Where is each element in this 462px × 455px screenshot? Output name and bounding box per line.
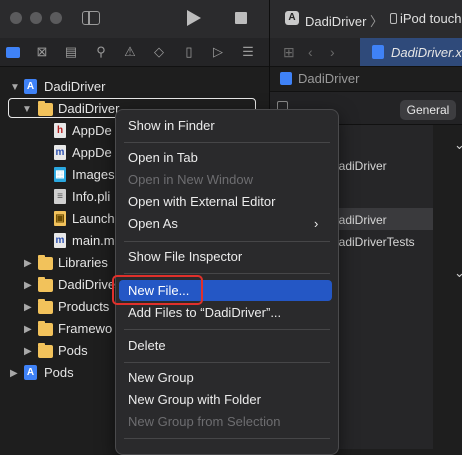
chevron-down-icon[interactable]: ⌄: [454, 265, 462, 281]
menu-item-open-with-external-editor[interactable]: Open with External Editor: [128, 194, 275, 209]
menu-separator: [124, 241, 330, 242]
phone-icon: [390, 13, 397, 24]
menu-item-new-group-with-folder[interactable]: New Group with Folder: [128, 392, 261, 407]
tree-item-file[interactable]: AppDe: [72, 145, 112, 160]
menu-separator: [124, 329, 330, 330]
asset-catalog-icon: ▦: [54, 167, 66, 182]
menu-item-open-as[interactable]: Open As: [128, 216, 178, 231]
scheme-selector[interactable]: DadiDriver 〉: [305, 11, 383, 30]
disclosure-collapsed-icon[interactable]: ▶: [24, 302, 32, 313]
report-icon[interactable]: ☰: [240, 44, 256, 60]
tree-item-folder[interactable]: Pods: [58, 343, 88, 358]
forward-arrow-icon[interactable]: ›: [330, 44, 335, 60]
scheme-name: DadiDriver: [305, 14, 367, 29]
menu-item-open-in-new-window: Open in New Window: [128, 172, 253, 187]
tree-item-folder[interactable]: Libraries: [58, 255, 108, 270]
source-control-icon[interactable]: ⊠: [34, 44, 50, 60]
menu-separator: [124, 438, 330, 439]
stop-icon[interactable]: [235, 12, 247, 24]
project-file-icon: [372, 45, 384, 59]
menu-item-open-in-tab[interactable]: Open in Tab: [128, 150, 198, 165]
tree-item-folder[interactable]: DadiDriver: [58, 101, 119, 116]
disclosure-expanded-icon[interactable]: ▼: [22, 104, 32, 115]
disclosure-expanded-icon[interactable]: ▼: [10, 82, 20, 93]
header-file-icon: h: [54, 123, 66, 138]
target-item[interactable]: DadiDriverTests: [330, 235, 415, 249]
disclosure-collapsed-icon[interactable]: ▶: [24, 258, 32, 269]
tree-item-project[interactable]: DadiDriver: [44, 79, 105, 94]
menu-item-show-file-inspector[interactable]: Show File Inspector: [128, 249, 242, 264]
tree-item-file[interactable]: AppDe: [72, 123, 112, 138]
sidebar-toggle-icon[interactable]: [82, 11, 100, 25]
plist-file-icon: ≡: [54, 189, 66, 204]
menu-separator: [124, 362, 330, 363]
chevron-down-icon[interactable]: ⌄: [454, 137, 462, 153]
menu-separator: [124, 142, 330, 143]
editor-tab-label: DadiDriver.xco: [391, 45, 462, 60]
folder-icon: [38, 343, 53, 358]
folder-icon: [38, 277, 53, 292]
menu-separator: [124, 273, 330, 274]
warning-icon[interactable]: ⚠: [122, 44, 138, 60]
tree-item-file[interactable]: main.m: [72, 233, 115, 248]
project-file-icon: [280, 72, 292, 85]
zoom-window-button[interactable]: [50, 12, 62, 24]
device-name: iPod touch (7: [400, 11, 462, 26]
close-window-button[interactable]: [10, 12, 22, 24]
tree-item-folder[interactable]: Products: [58, 299, 109, 314]
back-arrow-icon[interactable]: ‹: [308, 44, 313, 60]
folder-icon: [38, 299, 53, 314]
disclosure-collapsed-icon[interactable]: ▶: [24, 324, 32, 335]
disclosure-collapsed-icon[interactable]: ▶: [24, 280, 32, 291]
folder-icon: [38, 321, 53, 336]
disclosure-collapsed-icon[interactable]: ▶: [10, 368, 18, 379]
disclosure-collapsed-icon[interactable]: ▶: [24, 346, 32, 357]
grid-icon[interactable]: ⊞: [283, 44, 295, 61]
menu-item-add-files[interactable]: Add Files to “DadiDriver”...: [128, 305, 281, 320]
menu-item-show-in-finder[interactable]: Show in Finder: [128, 118, 215, 133]
folder-icon: [38, 255, 53, 270]
device-selector[interactable]: iPod touch (7: [390, 11, 462, 26]
breadcrumb-separator: 〉: [370, 14, 384, 29]
jump-bar-item[interactable]: DadiDriver: [298, 71, 359, 86]
scheme-app-icon: A: [285, 11, 299, 25]
tree-item-file[interactable]: Images: [72, 167, 115, 182]
storyboard-file-icon: ▣: [54, 211, 66, 226]
tree-item-file[interactable]: Info.pli: [72, 189, 110, 204]
tree-item-project[interactable]: Pods: [44, 365, 74, 380]
minimize-window-button[interactable]: [30, 12, 42, 24]
folder-icon[interactable]: [5, 44, 21, 60]
breakpoint-icon[interactable]: ▷: [210, 44, 226, 60]
debug-icon[interactable]: ▯: [181, 44, 197, 60]
search-icon[interactable]: ⚲: [93, 44, 109, 60]
folder-icon: [38, 101, 53, 116]
menu-item-new-group-from-selection: New Group from Selection: [128, 414, 281, 429]
project-icon: A: [24, 79, 37, 94]
play-icon[interactable]: [187, 10, 201, 26]
annotation-highlight-box: [112, 275, 203, 305]
menu-item-new-group[interactable]: New Group: [128, 370, 194, 385]
source-file-icon: m: [54, 145, 66, 160]
menu-item-delete[interactable]: Delete: [128, 338, 166, 353]
tree-item-folder[interactable]: Framewo: [58, 321, 112, 336]
submenu-chevron-icon: ›: [314, 216, 319, 231]
project-icon: A: [24, 365, 37, 380]
source-file-icon: m: [54, 233, 66, 248]
test-icon[interactable]: ◇: [151, 44, 167, 60]
hierarchy-icon[interactable]: ▤: [63, 44, 79, 60]
tree-item-folder[interactable]: DadiDrive: [58, 277, 115, 292]
tree-item-file[interactable]: Launch: [72, 211, 115, 226]
tab-general[interactable]: General: [400, 100, 456, 120]
